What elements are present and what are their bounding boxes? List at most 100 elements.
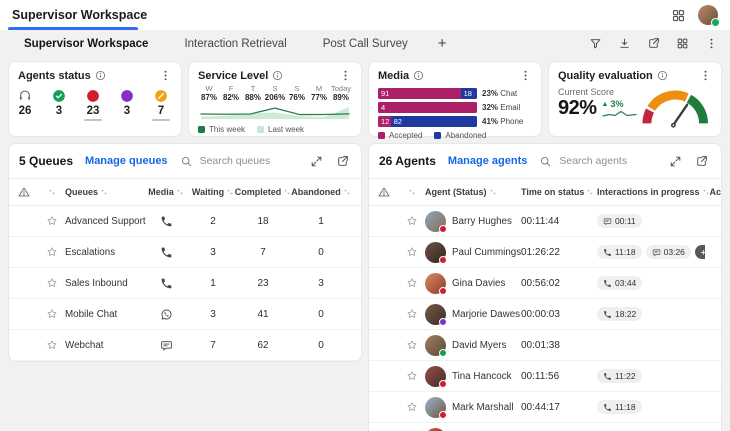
- call-interaction-chip[interactable]: 11:18: [597, 400, 642, 414]
- tab-supervisor-workspace[interactable]: Supervisor Workspace: [24, 38, 148, 50]
- open-in-new-icon[interactable]: [695, 155, 708, 168]
- col-actions-truncated[interactable]: Ac: [710, 187, 721, 197]
- status-idle[interactable]: 7: [148, 89, 174, 121]
- col-agent-status[interactable]: Agent (Status): [425, 187, 521, 197]
- filter-icon[interactable]: [589, 37, 602, 50]
- kebab-icon[interactable]: [721, 155, 722, 168]
- phone-icon: [160, 246, 173, 259]
- col-abandoned[interactable]: Abandoned: [289, 187, 353, 197]
- favorite-star-icon[interactable]: [406, 246, 418, 258]
- call-interaction-chip[interactable]: 11:18: [597, 245, 642, 259]
- download-icon[interactable]: [618, 37, 631, 50]
- open-in-new-icon[interactable]: [647, 37, 660, 50]
- col-completed[interactable]: Completed: [235, 187, 290, 197]
- kebab-icon[interactable]: [159, 69, 172, 82]
- col-interactions[interactable]: Interactions in progress: [597, 187, 710, 197]
- table-row[interactable]: Webchat 7 62 0: [9, 330, 361, 361]
- kebab-icon[interactable]: [339, 69, 352, 82]
- favorite-star-icon[interactable]: [46, 308, 58, 320]
- kebab-icon[interactable]: [705, 37, 718, 50]
- queues-count: 5 Queues: [19, 154, 74, 168]
- underline: [84, 119, 102, 121]
- favorite-star-icon[interactable]: [406, 277, 418, 289]
- page-title: Supervisor Workspace: [12, 8, 148, 22]
- table-row[interactable]: Sales Inbound 1 23 3: [9, 268, 361, 299]
- alert-column-icon[interactable]: [378, 186, 390, 198]
- interactions: 00:11: [597, 214, 705, 228]
- table-row[interactable]: Tina Hancock 00:11:56 11:22: [369, 361, 721, 392]
- favorite-star-icon[interactable]: [406, 370, 418, 382]
- info-icon[interactable]: [95, 70, 106, 81]
- card-title: Agents status: [18, 69, 91, 82]
- manage-queues-link[interactable]: Manage queues: [85, 155, 168, 167]
- table-row[interactable]: David Myers 00:01:38: [369, 330, 721, 361]
- media-channel-label: 32% Email: [482, 103, 521, 112]
- table-row[interactable]: Paul Cummings 01:26:22 11:1803:26+ 1: [369, 237, 721, 268]
- status-count: 23: [86, 105, 100, 117]
- sort-icon[interactable]: [408, 188, 416, 196]
- service-level-card: Service Level W 87% F 82% T 88% S 206% S 76% M 77% T…: [188, 61, 362, 137]
- status-count: 3: [123, 105, 131, 117]
- top-header: Supervisor Workspace: [0, 0, 730, 30]
- abandoned-count: 1: [318, 215, 324, 227]
- table-row[interactable]: Marjorie Dawes 00:00:03 18:22: [369, 299, 721, 330]
- apps-icon[interactable]: [671, 8, 686, 23]
- info-icon[interactable]: [272, 70, 283, 81]
- chat-interaction-chip[interactable]: 00:11: [597, 214, 642, 228]
- favorite-star-icon[interactable]: [406, 401, 418, 413]
- favorite-star-icon[interactable]: [406, 308, 418, 320]
- expand-icon[interactable]: [310, 155, 323, 168]
- queues-search-input[interactable]: [197, 154, 286, 168]
- favorite-star-icon[interactable]: [406, 215, 418, 227]
- add-tab-button[interactable]: +: [438, 36, 447, 51]
- gauge-needle: [670, 103, 688, 128]
- agents-count: 26 Agents: [379, 154, 436, 168]
- tab-toolbar: [589, 37, 718, 50]
- kebab-icon[interactable]: [519, 69, 532, 82]
- status-count: 7: [157, 105, 165, 117]
- user-avatar[interactable]: [698, 5, 720, 27]
- tab-interaction-retrieval[interactable]: Interaction Retrieval: [184, 38, 286, 50]
- call-interaction-chip[interactable]: 18:22: [597, 307, 643, 321]
- col-queues[interactable]: Queues: [65, 187, 143, 197]
- status-engaged[interactable]: 23: [80, 89, 106, 121]
- table-row[interactable]: Geynor Davidson 00:00:22 11:1800:11: [369, 423, 721, 431]
- tabs: Supervisor Workspace Interaction Retrieva…: [12, 38, 408, 50]
- open-in-new-icon[interactable]: [336, 155, 349, 168]
- col-waiting[interactable]: Waiting: [189, 187, 237, 197]
- table-row[interactable]: Barry Hughes 00:11:44 00:11: [369, 206, 721, 237]
- abandoned-count: 0: [318, 246, 324, 258]
- table-row[interactable]: Escalations 3 7 0: [9, 237, 361, 268]
- legend-accepted: Accepted: [378, 131, 422, 140]
- info-icon[interactable]: [413, 70, 424, 81]
- status-available[interactable]: 3: [46, 89, 72, 121]
- alert-column-icon[interactable]: [18, 186, 30, 198]
- table-row[interactable]: Advanced Support 2 18 1: [9, 206, 361, 237]
- call-interaction-chip[interactable]: 03:44: [597, 276, 643, 290]
- agents-search-input[interactable]: [557, 154, 646, 168]
- favorite-star-icon[interactable]: [46, 339, 58, 351]
- favorite-star-icon[interactable]: [406, 339, 418, 351]
- sort-icon[interactable]: [48, 188, 56, 196]
- media-bar-row: 4 32% Email: [378, 102, 532, 113]
- apps-grid-icon[interactable]: [676, 37, 689, 50]
- call-icon: [603, 372, 612, 381]
- favorite-star-icon[interactable]: [46, 215, 58, 227]
- completed-count: 7: [260, 246, 266, 258]
- col-media[interactable]: Media: [143, 187, 189, 197]
- chat-interaction-chip[interactable]: 03:26: [645, 245, 691, 259]
- service-level-day-column: S 76%: [288, 84, 305, 102]
- table-row[interactable]: Gina Davies 00:56:02 03:44: [369, 268, 721, 299]
- expand-icon[interactable]: [669, 155, 682, 168]
- tab-post-call-survey[interactable]: Post Call Survey: [323, 38, 408, 50]
- table-row[interactable]: Mark Marshall 00:44:17 11:18: [369, 392, 721, 423]
- more-interactions-chip[interactable]: + 1: [694, 245, 705, 259]
- call-interaction-chip[interactable]: 11:22: [597, 369, 642, 383]
- favorite-star-icon[interactable]: [46, 246, 58, 258]
- status-on-hold[interactable]: 3: [114, 89, 140, 121]
- call-icon: [603, 403, 612, 412]
- col-time-on-status[interactable]: Time on status: [521, 187, 597, 197]
- favorite-star-icon[interactable]: [46, 277, 58, 289]
- manage-agents-link[interactable]: Manage agents: [448, 155, 527, 167]
- table-row[interactable]: Mobile Chat 3 41 0: [9, 299, 361, 330]
